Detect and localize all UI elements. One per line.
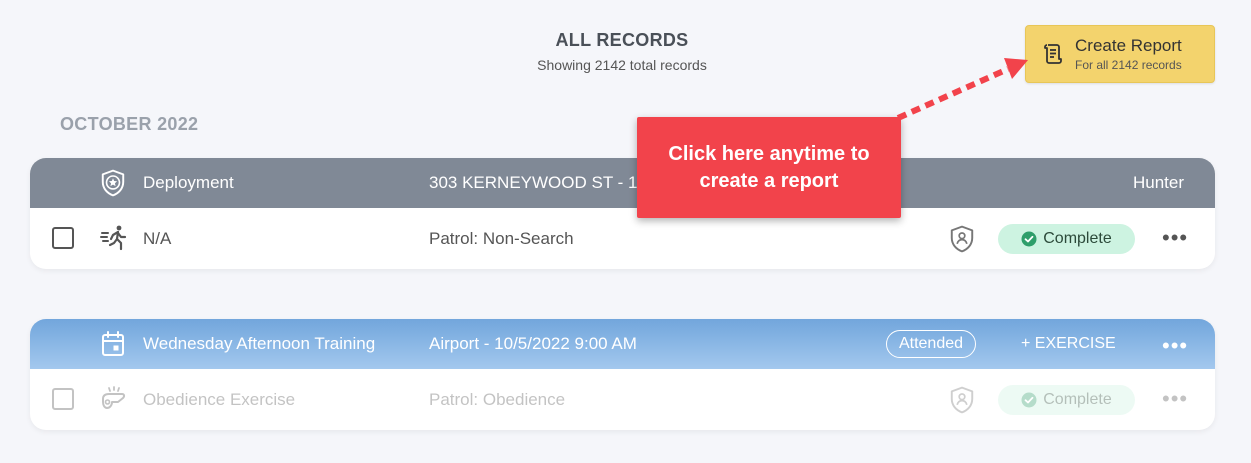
- status-label: Complete: [1043, 230, 1112, 247]
- record-handler: Hunter: [1133, 173, 1185, 192]
- tooltip-callout: Click here anytime to create a report: [637, 117, 901, 218]
- row-name: N/A: [143, 229, 172, 248]
- report-document-icon: [1044, 44, 1062, 64]
- row-menu-button[interactable]: •••: [1162, 227, 1188, 249]
- row-checkbox[interactable]: [52, 388, 74, 410]
- shield-user-icon[interactable]: [949, 386, 975, 414]
- record-title: Wednesday Afternoon Training: [143, 334, 376, 353]
- status-label: Complete: [1043, 391, 1112, 408]
- table-row[interactable]: Obedience Exercise Patrol: Obedience Com…: [30, 369, 1215, 430]
- status-badge: Complete: [998, 385, 1135, 415]
- dog-whistle-icon: [102, 386, 126, 409]
- status-badge: Complete: [998, 224, 1135, 254]
- record-location: 303 KERNEYWOOD ST - 10: [429, 173, 647, 192]
- record-card[interactable]: Deployment 303 KERNEYWOOD ST - 10 Hunter…: [30, 158, 1215, 269]
- record-card[interactable]: Wednesday Afternoon Training Airport - 1…: [30, 319, 1215, 430]
- record-header[interactable]: Deployment 303 KERNEYWOOD ST - 10 Hunter: [30, 158, 1215, 208]
- create-report-button[interactable]: Create Report For all 2142 records: [1025, 25, 1215, 83]
- record-location: Airport - 10/5/2022 9:00 AM: [429, 334, 637, 353]
- police-badge-icon: [101, 169, 125, 197]
- calendar-icon: [102, 331, 124, 356]
- record-header[interactable]: Wednesday Afternoon Training Airport - 1…: [30, 319, 1215, 369]
- record-title: Deployment: [143, 173, 234, 192]
- row-category: Patrol: Non-Search: [429, 229, 574, 248]
- row-category: Patrol: Obedience: [429, 390, 566, 409]
- add-exercise-button[interactable]: + EXERCISE: [1021, 335, 1116, 353]
- check-circle-icon: [1021, 392, 1037, 408]
- month-heading: OCTOBER 2022: [60, 114, 199, 134]
- row-name: Obedience Exercise: [143, 390, 296, 409]
- create-report-label: Create Report: [1075, 35, 1182, 55]
- create-report-sublabel: For all 2142 records: [1075, 57, 1182, 72]
- header-menu-button[interactable]: •••: [1162, 335, 1188, 357]
- attended-badge: Attended: [886, 330, 976, 358]
- create-report-text: Create Report For all 2142 records: [1075, 35, 1182, 72]
- row-menu-button[interactable]: •••: [1162, 388, 1188, 410]
- running-person-icon: [100, 225, 127, 251]
- shield-user-icon[interactable]: [949, 225, 975, 253]
- check-circle-icon: [1021, 231, 1037, 247]
- table-row[interactable]: N/A Patrol: Non-Search Complete •••: [30, 208, 1215, 269]
- row-checkbox[interactable]: [52, 227, 74, 249]
